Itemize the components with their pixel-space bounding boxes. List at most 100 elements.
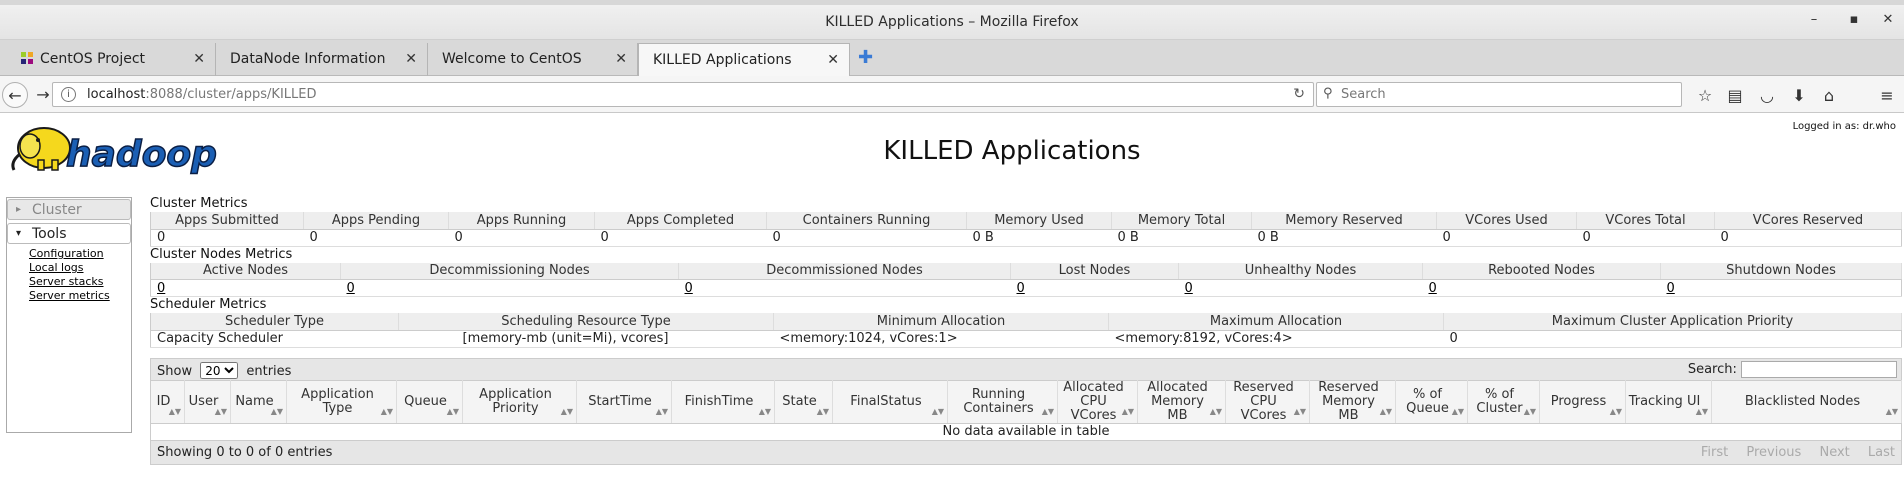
close-window-icon[interactable]: ✕ [1878,12,1898,27]
column-header-reserved-cpu-vcores[interactable]: Reserved CPU VCores ▲▼ [1225,380,1310,424]
sort-icon: ▲▼ [931,406,944,416]
column-header-progress[interactable]: Progress ▲▼ [1539,380,1626,424]
next-page-button[interactable]: Next [1819,445,1849,460]
reload-icon[interactable]: ↻ [1293,86,1305,102]
close-tab-icon[interactable]: ✕ [615,43,627,75]
column-header-application-type[interactable]: Application Type ▲▼ [286,380,397,424]
column-header: Minimum Allocation [773,313,1109,331]
maximum-allocation-value: <memory:8192, vCores:4> [1108,330,1444,348]
last-page-button[interactable]: Last [1868,445,1895,460]
active-nodes-link[interactable]: 0 [157,281,165,296]
column-header: Maximum Allocation [1108,313,1444,331]
search-icon: ⚲ [1323,86,1333,101]
column-header-tracking-ui[interactable]: Tracking UI ▲▼ [1625,380,1712,424]
minimize-icon[interactable]: – [1804,12,1824,27]
column-header-reserved-memory-mb[interactable]: Reserved Memory MB ▲▼ [1309,380,1396,424]
column-header-running-containers[interactable]: Running Containers ▲▼ [947,380,1058,424]
column-header-starttime[interactable]: StartTime ▲▼ [576,380,672,424]
column-header-state[interactable]: State ▲▼ [774,380,833,424]
column-header: Lost Nodes [1010,262,1179,280]
rebooted-nodes-link[interactable]: 0 [1429,281,1437,296]
header-label: % of Cluster [1476,386,1523,416]
close-tab-icon[interactable]: ✕ [827,44,839,76]
tab-welcome-to-centos[interactable]: Welcome to CentOS ✕ [428,43,638,76]
home-icon[interactable]: ⌂ [1818,86,1840,105]
link-server-metrics[interactable]: Server metrics [29,289,131,303]
taskbar-strip [0,0,1904,5]
column-header-id[interactable]: ID ▲▼ [150,380,185,424]
menu-icon[interactable]: ≡ [1876,86,1898,105]
header-label: Application Priority [479,386,552,416]
sidebar-item-label: Tools [32,226,67,242]
column-header-finalstatus[interactable]: FinalStatus ▲▼ [832,380,948,424]
table-search: Search: [1688,360,1897,378]
minimum-allocation-value: <memory:1024, vCores:1> [773,330,1109,348]
scheduler-metrics-title: Scheduler Metrics [150,297,267,312]
tab-label: CentOS Project [40,51,146,67]
sort-icon: ▲▼ [1379,406,1392,416]
column-header-blacklisted-nodes[interactable]: Blacklisted Nodes ▲▼ [1711,380,1902,424]
entries-select[interactable]: 20 [200,361,239,379]
sort-icon: ▲▼ [380,406,393,416]
url-bar[interactable]: i localhost:8088/cluster/apps/KILLED ↻ [52,82,1314,107]
column-header-percent-of-queue[interactable]: % of Queue ▲▼ [1395,380,1468,424]
search-input[interactable]: ⚲ Search [1316,82,1682,107]
unhealthy-nodes-link[interactable]: 0 [1185,281,1193,296]
column-header-name[interactable]: Name ▲▼ [230,380,287,424]
decommissioning-nodes-link[interactable]: 0 [347,281,355,296]
scheduler-metrics-table: Scheduler Type Scheduling Resource Type … [150,313,1902,348]
close-tab-icon[interactable]: ✕ [193,43,205,75]
metric-cell: 0 [1178,279,1423,297]
header-label: State [782,393,817,409]
lost-nodes-link[interactable]: 0 [1017,281,1025,296]
metric-cell: 0 [1660,279,1902,297]
tab-datanode-information[interactable]: DataNode Information ✕ [216,43,428,76]
table-row: 0 0 0 0 0 0 B 0 B 0 B 0 0 0 [150,229,1902,247]
link-local-logs[interactable]: Local logs [29,261,131,275]
metric-value: 0 [448,229,595,247]
back-arrow-icon[interactable]: ← [2,82,28,108]
metric-value: 0 B [966,229,1112,247]
metric-value: 0 [766,229,967,247]
metric-value: 0 B [1111,229,1252,247]
new-tab-icon[interactable]: ✚ [858,47,873,68]
maximize-icon[interactable]: ▪ [1844,12,1864,27]
shutdown-nodes-link[interactable]: 0 [1667,281,1675,296]
metric-cell: 0 [1010,279,1179,297]
table-search-input[interactable] [1741,360,1897,378]
column-header: Apps Running [448,212,595,230]
info-icon[interactable]: i [61,87,76,102]
main-content: Cluster Metrics Apps Submitted Apps Pend… [150,196,1902,465]
previous-page-button[interactable]: Previous [1746,445,1801,460]
tab-label: KILLED Applications [653,52,792,68]
link-server-stacks[interactable]: Server stacks [29,275,131,289]
bookmark-star-icon[interactable]: ☆ [1694,86,1716,105]
sidebar-item-tools[interactable]: ▾ Tools [7,223,131,244]
column-header-user[interactable]: User ▲▼ [184,380,231,424]
column-header-percent-of-cluster[interactable]: % of Cluster ▲▼ [1467,380,1540,424]
column-header-application-priority[interactable]: Application Priority ▲▼ [462,380,577,424]
reading-list-icon[interactable]: ▤ [1724,86,1746,105]
close-tab-icon[interactable]: ✕ [405,43,417,75]
column-header-finishtime[interactable]: FinishTime ▲▼ [671,380,775,424]
sidebar-item-cluster[interactable]: ▸ Cluster [7,199,131,220]
column-header-allocated-memory-mb[interactable]: Allocated Memory MB ▲▼ [1137,380,1226,424]
tab-killed-applications[interactable]: KILLED Applications ✕ [638,43,850,76]
column-header-queue[interactable]: Queue ▲▼ [396,380,463,424]
decommissioned-nodes-link[interactable]: 0 [685,281,693,296]
metric-cell: 0 [678,279,1011,297]
sort-icon: ▲▼ [758,406,771,416]
first-page-button[interactable]: First [1701,445,1728,460]
chevron-down-icon: ▾ [16,228,22,239]
link-configuration[interactable]: Configuration [29,247,131,261]
sort-icon: ▲▼ [1041,406,1054,416]
column-header: Apps Submitted [150,212,304,230]
column-header-allocated-cpu-vcores[interactable]: Allocated CPU VCores ▲▼ [1057,380,1138,424]
column-header: Decommissioning Nodes [340,262,679,280]
cluster-nodes-metrics-title: Cluster Nodes Metrics [150,246,293,262]
download-icon[interactable]: ⬇ [1788,86,1810,105]
metric-value: 0 [1576,229,1715,247]
table-header-row: Apps Submitted Apps Pending Apps Running… [150,212,1902,230]
pocket-icon[interactable]: ◡ [1756,86,1778,105]
tab-centos-project[interactable]: CentOS Project ✕ [6,43,216,76]
